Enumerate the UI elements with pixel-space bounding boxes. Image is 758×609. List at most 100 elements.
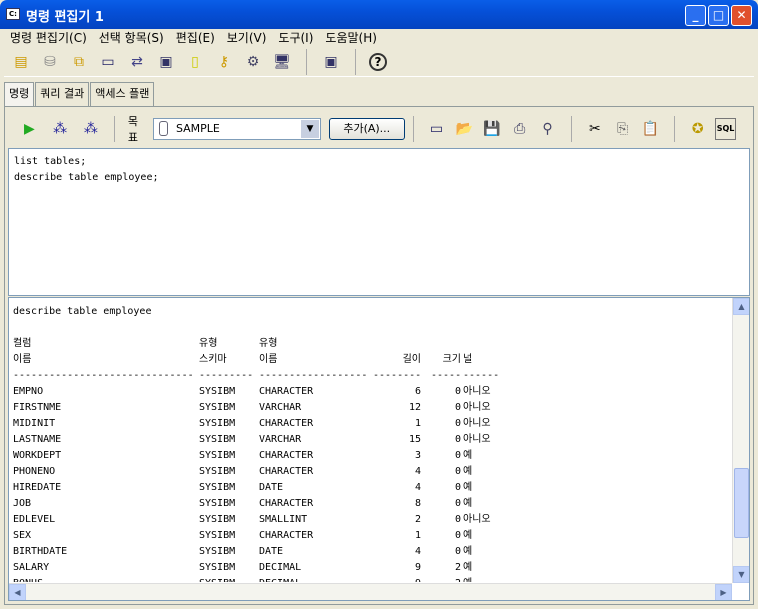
cell: 아니오 — [463, 514, 491, 525]
cut-icon[interactable]: ✂ — [585, 118, 606, 140]
copy-icon[interactable]: ⎘ — [612, 118, 633, 140]
command-panel: ▶ ⁂ ⁂ 목표 SAMPLE ▼ 추가(A)... ▭ 📂 💾 ⎙ ⚲ ✂ ⎘… — [4, 106, 754, 605]
menu-help[interactable]: 도움말(H) — [319, 29, 383, 47]
table-row: WORKDEPT SYSIBM CHARACTER 3 0 예 — [13, 448, 729, 464]
table-row: BIRTHDATE SYSIBM DATE 4 0 예 — [13, 544, 729, 560]
menu-edit[interactable]: 편집(E) — [170, 29, 221, 47]
close-button[interactable]: ✕ — [731, 5, 752, 26]
cell: 예 — [463, 498, 473, 509]
control-center-icon[interactable]: ▤ — [10, 51, 32, 73]
cell: 아니오 — [463, 418, 491, 429]
cell: 예 — [463, 546, 473, 557]
cell: 예 — [463, 530, 473, 541]
output-text: describe table employee 컬럼 유형 유형 이름 스키마 이름 길이 크… — [13, 304, 729, 582]
health-center-icon[interactable]: ▣ — [155, 51, 177, 73]
visual-explain-icon[interactable]: ✪ — [687, 118, 708, 140]
minimize-button[interactable]: _ — [685, 5, 706, 26]
command-editor-icon[interactable]: ▭ — [97, 51, 119, 73]
cell: DATE — [259, 546, 284, 557]
paste-icon[interactable]: 📋 — [640, 118, 661, 140]
table-row: PHONENO SYSIBM CHARACTER 4 0 예 — [13, 464, 729, 480]
configuration-assistant-icon[interactable]: 🖥 — [271, 51, 293, 73]
command-editor-input[interactable]: list tables; describe table employee; — [8, 148, 750, 296]
cell: 0 — [454, 418, 461, 429]
cell: 12 — [408, 402, 421, 413]
target-select[interactable]: SAMPLE ▼ — [152, 117, 321, 140]
cell: SYSIBM — [199, 514, 236, 525]
toolbar-separator — [355, 48, 363, 75]
cell: 0 — [454, 514, 461, 525]
vertical-scrollbar[interactable]: ▲ ▼ — [732, 298, 749, 583]
scroll-up-button[interactable]: ▲ — [733, 298, 749, 315]
toolbar-separator — [412, 115, 421, 142]
command-toolbar: ▶ ⁂ ⁂ 목표 SAMPLE ▼ 추가(A)... ▭ 📂 💾 ⎙ ⚲ ✂ ⎘… — [9, 110, 743, 147]
cell: 예 — [463, 450, 473, 461]
horizontal-scrollbar[interactable]: ◀ ▶ — [9, 583, 732, 600]
print-icon[interactable]: ⎙ — [509, 118, 530, 140]
table-row: BONUS SYSIBM DECIMAL 9 2예 — [13, 576, 729, 582]
cell: SYSIBM — [199, 450, 236, 461]
tab-query-results[interactable]: 쿼리 결과 — [35, 82, 90, 107]
cell: SMALLINT — [259, 514, 308, 525]
cell: WORKDEPT — [13, 450, 62, 461]
cell: 크기 — [442, 354, 461, 365]
menu-command-editor[interactable]: 명령 편집기(C) — [4, 29, 93, 47]
cell: CHARACTER — [259, 450, 314, 461]
cell: SYSIBM — [199, 386, 236, 397]
scroll-left-button[interactable]: ◀ — [9, 584, 26, 600]
menu-tools[interactable]: 도구(I) — [272, 29, 319, 47]
replication-center-icon[interactable]: ⛁ — [39, 51, 61, 73]
cell: 1 — [414, 418, 421, 429]
cell: EMPNO — [13, 386, 44, 397]
access-plan-icon[interactable]: ⁂ — [81, 118, 102, 140]
tab-strip: 명령 쿼리 결과 액세스 플랜 — [4, 82, 155, 107]
menu-selected[interactable]: 선택 항목(S) — [93, 29, 170, 47]
cell: 3 — [414, 450, 421, 461]
tab-command[interactable]: 명령 — [4, 82, 35, 107]
development-center-icon[interactable]: ⚙ — [242, 51, 264, 73]
execute-icon[interactable]: ▶ — [19, 118, 40, 140]
cell: 2 — [431, 576, 461, 582]
task-center-icon[interactable]: ⇄ — [126, 51, 148, 73]
satellite-admin-icon[interactable]: ⧉ — [68, 51, 90, 73]
cell: SYSIBM — [199, 530, 236, 541]
cell: SYSIBM — [199, 546, 236, 557]
tools-settings-icon[interactable]: ▣ — [320, 51, 342, 73]
cell: 15 — [408, 434, 421, 445]
header-row: 이름 스키마 이름 길이 크기 널 — [13, 352, 729, 368]
table-row: LASTNAME SYSIBM VARCHAR 15 0 아니오 — [13, 432, 729, 448]
cell: ------------------ — [259, 370, 368, 381]
cell: 예 — [463, 562, 473, 573]
journal-icon[interactable]: ▯ — [184, 51, 206, 73]
table-row: FIRSTNME SYSIBM VARCHAR 12 0 아니오 — [13, 400, 729, 416]
command-window-icon: C: — [6, 8, 20, 20]
cell: CHARACTER — [259, 530, 314, 541]
cell: 0 — [454, 466, 461, 477]
cell: 이름 — [13, 354, 32, 365]
save-icon[interactable]: 💾 — [482, 118, 503, 140]
find-icon[interactable]: ⚲ — [537, 118, 558, 140]
chevron-down-icon[interactable]: ▼ — [300, 119, 319, 138]
execute-explain-icon[interactable]: ⁂ — [50, 118, 71, 140]
cell: SYSIBM — [199, 482, 236, 493]
maximize-button[interactable]: □ — [708, 5, 729, 26]
main-toolbar: ▤ ⛁ ⧉ ▭ ⇄ ▣ ▯ ⚷ ⚙ 🖥 ▣ ? — [4, 47, 754, 77]
cell: 2 — [414, 514, 421, 525]
add-button[interactable]: 추가(A)... — [328, 117, 405, 140]
help-icon[interactable]: ? — [369, 52, 387, 71]
cell: 1 — [414, 530, 421, 541]
cell: BONUS — [13, 576, 43, 582]
sql-assist-icon[interactable]: SQL — [715, 117, 736, 140]
command-prompt-icon[interactable]: ▭ — [426, 118, 447, 140]
scroll-right-button[interactable]: ▶ — [715, 584, 732, 600]
scroll-thumb[interactable] — [734, 468, 749, 538]
menu-view[interactable]: 보기(V) — [221, 29, 273, 47]
license-center-icon[interactable]: ⚷ — [213, 51, 235, 73]
cell: SYSIBM — [199, 418, 236, 429]
scroll-down-button[interactable]: ▼ — [733, 566, 749, 583]
cell: 0 — [454, 498, 461, 509]
header-row: 컬럼 유형 유형 — [13, 336, 729, 352]
output-pane: describe table employee 컬럼 유형 유형 이름 스키마 이름 길이 크… — [8, 297, 750, 601]
tab-access-plan[interactable]: 액세스 플랜 — [90, 82, 155, 107]
open-icon[interactable]: 📂 — [454, 118, 475, 140]
